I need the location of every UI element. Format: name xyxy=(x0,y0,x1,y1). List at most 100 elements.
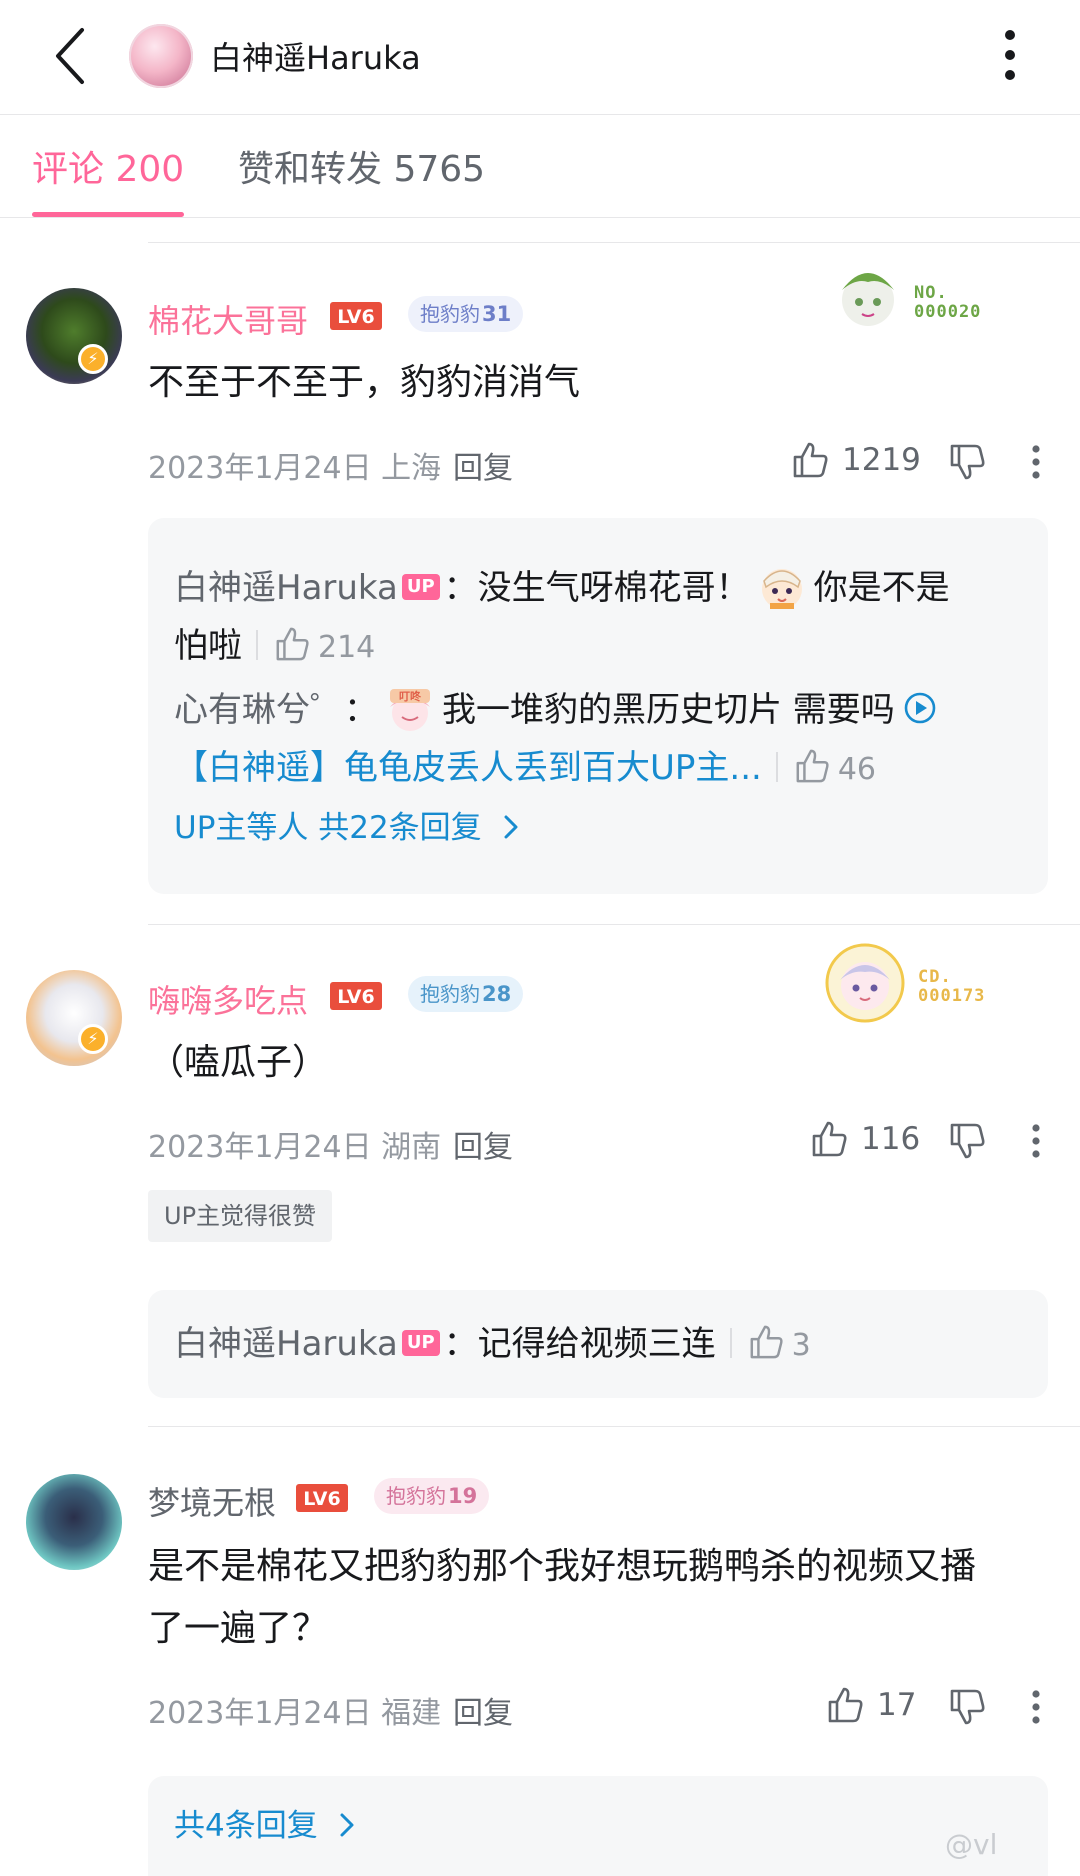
garb-character-icon xyxy=(842,273,894,326)
comment-more-icon[interactable] xyxy=(1031,1690,1041,1724)
view-more-replies-label: 共4条回复 xyxy=(174,1808,318,1844)
tab-likes-reposts[interactable]: 赞和转发 5765 xyxy=(238,140,485,192)
separator xyxy=(729,1327,732,1358)
divider xyxy=(148,242,1080,243)
level-badge-lv6-icon: LV6 xyxy=(330,302,382,330)
view-more-replies[interactable]: UP主等人 共22条回复 xyxy=(174,798,520,858)
thumb-up-icon[interactable] xyxy=(810,1120,848,1158)
sub-reply-text: ：没生气呀棉花哥！ xyxy=(443,568,750,608)
sub-reply[interactable]: 白神遥Haruka UP ：没生气呀棉花哥！ 你是不是 xyxy=(174,558,950,619)
sub-reply-text-cont: 你是不是 xyxy=(813,568,950,608)
avatar[interactable] xyxy=(26,1474,122,1570)
svg-text:LV6: LV6 xyxy=(337,306,374,328)
username[interactable]: 嗨嗨多吃点 xyxy=(148,976,308,1022)
tab-comments[interactable]: 评论 200 xyxy=(32,140,184,192)
garb-card[interactable]: NO. 000020 xyxy=(830,252,1010,334)
fan-medal[interactable]: 抱豹豹28 xyxy=(408,976,524,1012)
avatar[interactable] xyxy=(26,288,122,384)
sub-reply-text-cont: 我一堆豹的黑历史切片 需要吗 xyxy=(442,690,895,730)
sub-reply-line2: 【白神遥】龟龟皮丢人丢到百大UP主... 46 xyxy=(174,738,876,800)
comment-more-icon[interactable] xyxy=(1031,445,1041,479)
separator xyxy=(775,751,778,782)
back-arrow-icon[interactable] xyxy=(48,24,98,88)
divider xyxy=(148,924,1080,925)
avatar[interactable] xyxy=(26,970,122,1066)
reply-preview-box[interactable]: 白神遥Haruka UP ：没生气呀棉花哥！ 你是不是 怕啦 214 心有琳兮゜： … xyxy=(148,518,1048,894)
chevron-right-icon xyxy=(340,1813,354,1836)
comment-date-location: 2023年1月24日 福建 xyxy=(148,1696,442,1731)
comment-more-icon[interactable] xyxy=(1031,1124,1041,1158)
sub-reply-username[interactable]: 白神遥Haruka xyxy=(174,1324,398,1364)
garb-card[interactable]: CD. 000173 xyxy=(822,940,1002,1023)
view-more-replies[interactable]: 共4条回复 xyxy=(174,1796,356,1856)
reply-button[interactable]: 回复 xyxy=(453,443,513,487)
comment-text: （嗑瓜子） xyxy=(148,1042,329,1083)
sub-reply-text: ： xyxy=(344,690,378,730)
thumb-down-icon[interactable] xyxy=(948,1122,986,1160)
thumb-down-icon[interactable] xyxy=(948,443,986,481)
fan-medal[interactable]: 抱豹豹19 xyxy=(374,1478,490,1514)
reply-button[interactable]: 回复 xyxy=(453,1122,513,1166)
sub-reply-like-count: 214 xyxy=(318,630,376,665)
separator xyxy=(256,629,258,660)
comment-text: 是不是棉花又把豹豹那个我好想玩鹅鸭杀的视频又播 了一遍了？ xyxy=(148,1536,976,1660)
fan-medal-level: 19 xyxy=(448,1484,478,1508)
divider xyxy=(148,1426,1080,1427)
up-badge: UP xyxy=(401,573,440,600)
fan-medal-level: 28 xyxy=(482,982,512,1006)
sub-reply[interactable]: 白神遥Haruka UP ：记得给视频三连 3 xyxy=(174,1314,811,1376)
thumb-up-icon[interactable] xyxy=(826,1686,864,1724)
level-badge-lv6-icon: LV6 xyxy=(296,1484,348,1512)
sub-reply-line2: 怕啦 214 xyxy=(174,616,375,678)
fan-medal-name: 抱豹豹 xyxy=(386,1484,446,1508)
fan-medal[interactable]: 抱豹豹31 xyxy=(408,296,524,332)
level-badge-lv6-icon: LV6 xyxy=(330,982,382,1010)
thumb-up-icon[interactable] xyxy=(794,748,830,784)
tabs-divider xyxy=(0,217,1080,218)
comment-text: 不至于不至于，豹豹消消气 xyxy=(148,362,581,403)
reply-preview-box[interactable]: 共4条回复 xyxy=(148,1776,1048,1876)
comment-date-location: 2023年1月24日 上海 xyxy=(148,451,442,486)
garb-character-icon xyxy=(825,943,905,1023)
paimon-sticker-icon xyxy=(761,568,802,609)
comment-date-location: 2023年1月24日 湖南 xyxy=(148,1130,442,1165)
more-options-icon[interactable] xyxy=(1000,28,1020,82)
page-title: 白神遥Haruka xyxy=(210,39,421,77)
comment-text-line2: 了一遍了？ xyxy=(148,1608,329,1649)
watermark: @vl xyxy=(945,1828,998,1861)
fan-medal-name: 抱豹豹 xyxy=(420,982,480,1006)
sub-reply-like-count: 3 xyxy=(791,1328,811,1363)
reply-preview-box[interactable]: 白神遥Haruka UP ：记得给视频三连 3 xyxy=(148,1290,1048,1398)
like-count: 116 xyxy=(861,1121,921,1157)
uploader-avatar[interactable] xyxy=(129,24,193,88)
video-link[interactable]: 【白神遥】龟龟皮丢人丢到百大UP主... xyxy=(174,748,762,788)
fan-medal-level: 31 xyxy=(482,302,512,326)
username[interactable]: 棉花大哥哥 xyxy=(148,296,308,342)
sub-reply-username[interactable]: 白神遥Haruka xyxy=(174,568,398,608)
ding-sticker-icon: 叮咚 xyxy=(390,688,430,731)
thumb-down-icon[interactable] xyxy=(948,1688,986,1726)
thumb-up-icon[interactable] xyxy=(791,441,829,479)
charge-badge-icon: ⚡ xyxy=(78,1024,108,1054)
charge-badge-icon: ⚡ xyxy=(78,344,108,374)
username[interactable]: 梦境无根 xyxy=(148,1478,276,1524)
sub-reply-text: ：记得给视频三连 xyxy=(443,1324,716,1364)
thumb-up-icon[interactable] xyxy=(274,626,310,662)
svg-text:LV6: LV6 xyxy=(303,1488,340,1510)
top-bar: 白神遥Haruka xyxy=(0,0,1080,115)
sub-reply-like-count: 46 xyxy=(837,752,876,787)
svg-text:叮咚: 叮咚 xyxy=(399,689,422,703)
comment-text-line1: 是不是棉花又把豹豹那个我好想玩鹅鸭杀的视频又播 xyxy=(148,1546,977,1587)
view-more-replies-label: UP主等人 共22条回复 xyxy=(174,810,482,846)
play-circle-icon[interactable] xyxy=(903,691,937,725)
sub-reply-text-line2: 怕啦 xyxy=(174,626,242,666)
reply-button[interactable]: 回复 xyxy=(453,1688,513,1732)
svg-text:LV6: LV6 xyxy=(337,986,374,1008)
up-liked-tag: UP主觉得很赞 xyxy=(148,1190,333,1242)
like-count: 17 xyxy=(877,1687,917,1723)
sub-reply[interactable]: 心有琳兮゜： 叮咚 我一堆豹的黑历史切片 需要吗 xyxy=(174,680,937,741)
chevron-right-icon xyxy=(504,815,518,838)
sub-reply-username[interactable]: 心有琳兮゜ xyxy=(174,690,344,730)
thumb-up-icon[interactable] xyxy=(748,1324,784,1360)
up-badge: UP xyxy=(401,1329,440,1356)
